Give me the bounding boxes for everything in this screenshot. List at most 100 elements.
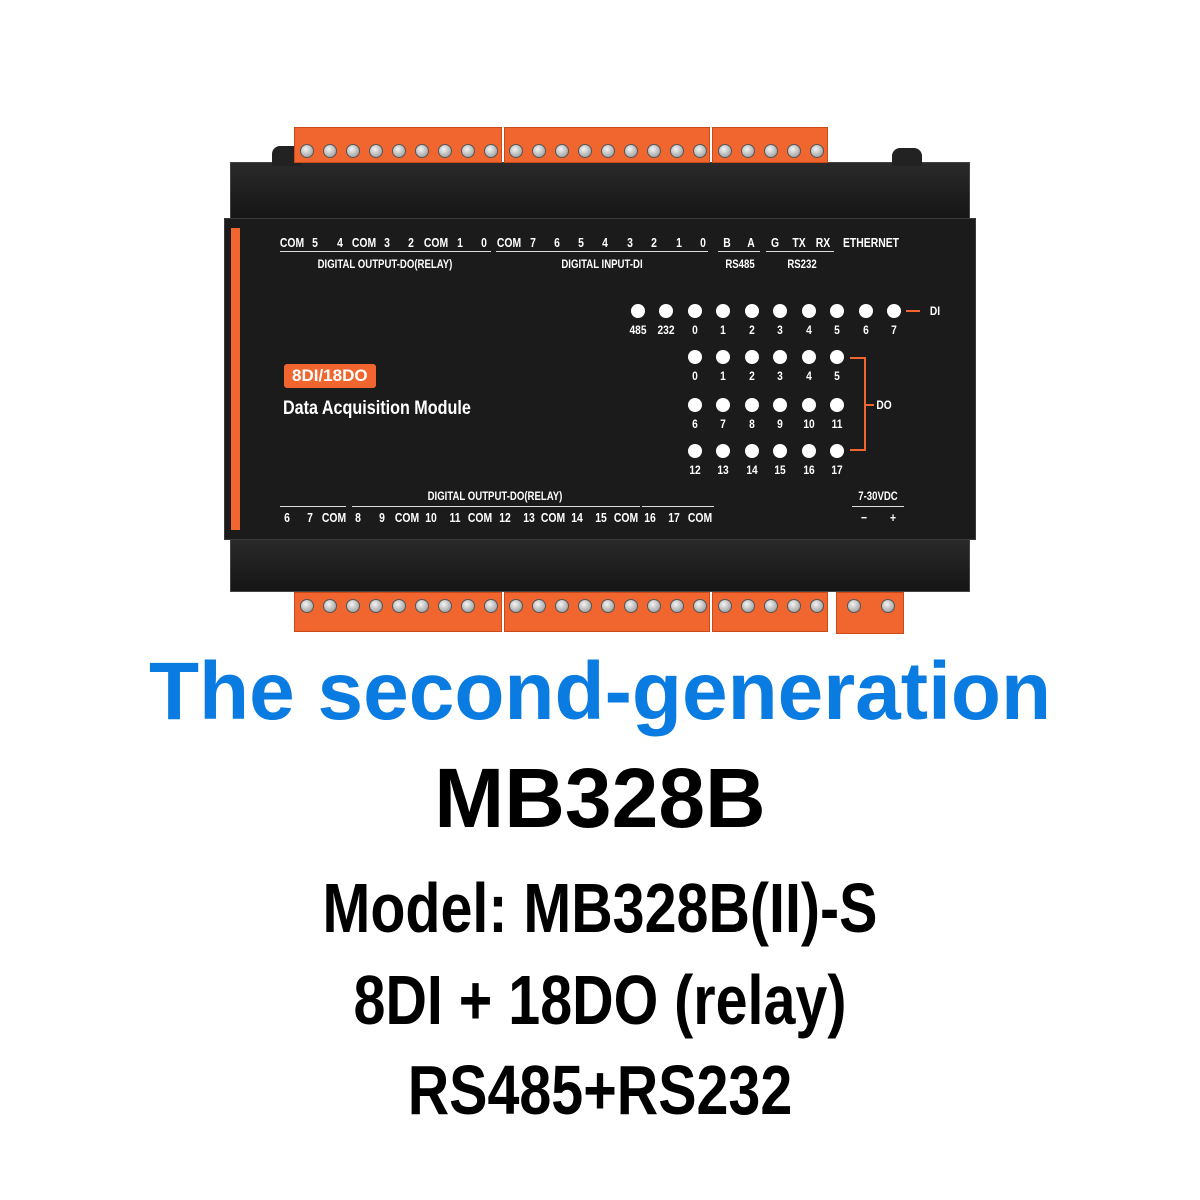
screw-icon (299, 144, 314, 158)
terminal-label: 12 (499, 510, 511, 525)
screw-icon (717, 144, 732, 158)
screw-icon (484, 599, 499, 613)
screw-icon (881, 599, 895, 613)
terminal-label: COM (540, 510, 566, 525)
led-label: 1 (720, 323, 726, 337)
divider-line (496, 251, 708, 252)
terminal-label: 8 (355, 510, 361, 525)
led-indicator (716, 350, 730, 364)
screw-icon (368, 144, 383, 158)
screw-icon (764, 599, 778, 613)
screw-icon (578, 144, 593, 158)
led-label: 2 (749, 369, 755, 383)
led-label: 4 (806, 323, 812, 337)
terminal-label: 7 (530, 235, 536, 250)
led-indicator (631, 304, 645, 318)
led-indicator (773, 444, 787, 458)
channel-badge: 8DI/18DO (284, 364, 376, 388)
led-indicator (688, 304, 702, 318)
terminal-label: 0 (700, 235, 706, 250)
led-indicator (716, 304, 730, 318)
terminal-label: COM (394, 510, 420, 525)
screw-icon (847, 599, 861, 613)
io-line: 8DI + 18DO (relay) (353, 961, 847, 1039)
led-indicator (773, 304, 787, 318)
led-indicator (830, 350, 844, 364)
headline: The second-generation (148, 646, 1052, 737)
terminal-label: B (723, 235, 731, 250)
screw-icon (345, 144, 360, 158)
led-label: 3 (777, 323, 783, 337)
screw-icon (438, 599, 453, 613)
terminal-label: 4 (337, 235, 343, 250)
led-label: 0 (692, 323, 698, 337)
terminal-label: 5 (578, 235, 584, 250)
terminal-label: 3 (627, 235, 633, 250)
led-label: 11 (831, 417, 843, 431)
terminal-block (712, 127, 828, 163)
led-indicator (802, 304, 816, 318)
screw-icon (345, 599, 360, 613)
product-image: COM 5 4 COM 3 2 COM 1 0 COM 7 6 5 4 3 2 1 0 B A G TX RX ETHERNE… (0, 0, 1200, 1200)
screw-icon (646, 599, 661, 613)
screw-icon (415, 144, 430, 158)
screw-icon (810, 144, 825, 158)
terminal-label: 13 (523, 510, 535, 525)
terminal-label: 14 (571, 510, 583, 525)
group-label: DIGITAL INPUT-DI (561, 257, 643, 271)
screw-icon (810, 599, 825, 613)
terminal-label: 15 (595, 510, 607, 525)
led-label: 12 (689, 463, 701, 477)
led-label: 7 (891, 323, 897, 337)
terminal-label: 3 (384, 235, 390, 250)
led-indicator (802, 398, 816, 412)
divider-line (852, 506, 904, 507)
lower-housing (230, 538, 970, 592)
led-label: 1 (720, 369, 726, 383)
screw-icon (578, 599, 593, 613)
screw-icon (299, 599, 314, 613)
screw-icon (623, 599, 638, 613)
terminal-label: 6 (284, 510, 290, 525)
upper-housing (230, 162, 970, 220)
terminal-block (294, 127, 502, 163)
comm-line: RS485+RS232 (407, 1051, 793, 1129)
led-indicator (773, 398, 787, 412)
screw-icon (717, 599, 732, 613)
led-label: 6 (863, 323, 869, 337)
divider-line (352, 251, 420, 252)
divider-line (280, 506, 346, 507)
led-indicator (745, 304, 759, 318)
led-label: 14 (746, 463, 758, 477)
led-indicator (716, 444, 730, 458)
terminal-label: 5 (312, 235, 318, 250)
led-label: 16 (803, 463, 815, 477)
led-indicator (830, 398, 844, 412)
led-label: 2 (749, 323, 755, 337)
led-label: 10 (803, 417, 815, 431)
led-label: 0 (692, 369, 698, 383)
power-minus: − (860, 510, 868, 525)
terminal-label: COM (496, 235, 522, 250)
led-label: 13 (717, 463, 729, 477)
do-tag: DO (876, 398, 892, 412)
screw-icon (438, 144, 453, 158)
terminal-label: A (747, 235, 755, 250)
screw-icon (509, 144, 524, 158)
divider-line (766, 251, 834, 252)
terminal-block (836, 592, 904, 634)
model-line: Model: MB328B(II)-S (322, 869, 878, 947)
power-plus: + (889, 510, 897, 525)
terminal-block (504, 127, 710, 163)
led-label: 8 (749, 417, 755, 431)
terminal-label: 1 (457, 235, 463, 250)
screw-icon (601, 599, 615, 613)
led-indicator (830, 444, 844, 458)
divider-line (718, 251, 760, 252)
model-title: MB328B (434, 751, 766, 845)
terminal-label: COM (351, 235, 377, 250)
led-indicator (659, 304, 673, 318)
led-label: 485 (629, 323, 647, 337)
di-marker (906, 310, 920, 312)
group-label: RS485 (725, 257, 755, 271)
